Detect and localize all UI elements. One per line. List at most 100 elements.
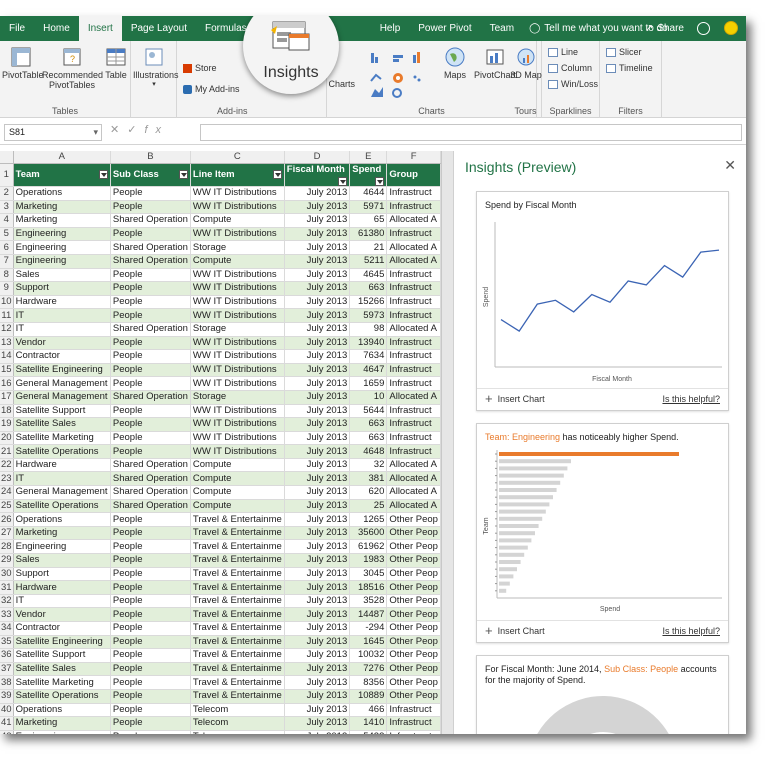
row-number[interactable]: 29	[0, 553, 14, 568]
filter-dropdown-icon[interactable]	[178, 170, 188, 179]
row-number[interactable]: 18	[0, 404, 14, 419]
table-cell[interactable]: Marketing	[13, 213, 111, 228]
table-cell[interactable]: People	[110, 662, 191, 677]
my-addins-button[interactable]: My Add-ins	[183, 84, 240, 94]
table-cell[interactable]: 35600	[349, 526, 388, 541]
sparkline-line-button[interactable]: Line	[548, 47, 578, 57]
table-cell[interactable]: July 2013	[284, 404, 351, 419]
table-cell[interactable]: 1659	[349, 376, 388, 391]
maps-button[interactable]: Maps	[440, 46, 470, 80]
table-cell[interactable]: People	[110, 580, 191, 595]
table-cell[interactable]: People	[110, 227, 191, 242]
table-cell[interactable]: 7634	[349, 349, 388, 364]
table-cell[interactable]: July 2013	[284, 417, 351, 432]
card1-insert-chart[interactable]: + Insert Chart	[485, 392, 545, 405]
table-cell[interactable]: Allocated A	[386, 485, 441, 500]
row-number[interactable]: 34	[0, 621, 14, 636]
table-cell[interactable]: WW IT Distributions	[190, 200, 285, 215]
table-cell[interactable]: July 2013	[284, 227, 351, 242]
table-cell[interactable]: Shared Operation	[110, 390, 191, 405]
table-cell[interactable]: July 2013	[284, 363, 351, 378]
filter-dropdown-icon[interactable]	[375, 177, 385, 186]
table-cell[interactable]: Sales	[13, 553, 111, 568]
table-cell[interactable]: 21	[349, 240, 388, 255]
row-number[interactable]: 10	[0, 295, 14, 310]
row-number[interactable]: 20	[0, 431, 14, 446]
table-cell[interactable]: Marketing	[13, 716, 111, 731]
table-cell[interactable]: July 2013	[284, 200, 351, 215]
formula-input[interactable]	[200, 124, 742, 141]
table-cell[interactable]: Shared Operation	[110, 499, 191, 514]
table-cell[interactable]: 5971	[349, 200, 388, 215]
table-cell[interactable]: People	[110, 444, 191, 459]
table-cell[interactable]: WW IT Distributions	[190, 444, 285, 459]
table-cell[interactable]: July 2013	[284, 376, 351, 391]
table-cell[interactable]: Travel & Entertainme	[190, 553, 285, 568]
table-cell[interactable]: Infrastruct	[386, 444, 441, 459]
row-number[interactable]: 9	[0, 281, 14, 296]
table-cell[interactable]: People	[110, 648, 191, 663]
table-cell[interactable]: Shared Operation	[110, 254, 191, 269]
table-cell[interactable]: July 2013	[284, 431, 351, 446]
table-cell[interactable]: Contractor	[13, 621, 111, 636]
table-cell[interactable]: Satellite Operations	[13, 499, 111, 514]
table-cell[interactable]: Allocated A	[386, 322, 441, 337]
table-cell[interactable]: Other Peop	[386, 621, 441, 636]
recommended-pivottables-button[interactable]: ? Recommended PivotTables	[42, 46, 103, 90]
table-cell[interactable]: WW IT Distributions	[190, 186, 285, 201]
table-cell[interactable]: July 2013	[284, 308, 351, 323]
select-all-corner[interactable]	[0, 151, 14, 164]
table-cell[interactable]: Allocated A	[386, 458, 441, 473]
table-cell[interactable]: Infrastruct	[386, 730, 441, 734]
table-cell[interactable]: July 2013	[284, 703, 351, 718]
tab-home[interactable]: Home	[34, 16, 79, 41]
history-icon[interactable]	[697, 22, 710, 35]
table-cell[interactable]: July 2013	[284, 390, 351, 405]
table-cell[interactable]: Operations	[13, 186, 111, 201]
table-cell[interactable]: People	[110, 349, 191, 364]
table-cell[interactable]: 1265	[349, 512, 388, 527]
table-cell[interactable]: July 2013	[284, 444, 351, 459]
table-cell[interactable]: 15266	[349, 295, 388, 310]
table-cell[interactable]: 5644	[349, 404, 388, 419]
table-cell[interactable]: WW IT Distributions	[190, 349, 285, 364]
row-number[interactable]: 16	[0, 376, 14, 391]
table-cell[interactable]: Travel & Entertainme	[190, 621, 285, 636]
table-cell[interactable]: July 2013	[284, 662, 351, 677]
chevron-down-icon[interactable]: ▾	[93, 127, 98, 138]
header-cell[interactable]: Line Item	[190, 163, 285, 187]
table-cell[interactable]: July 2013	[284, 295, 351, 310]
card2-helpful-link[interactable]: Is this helpful?	[662, 626, 720, 636]
table-cell[interactable]: Infrastruct	[386, 227, 441, 242]
row-number[interactable]: 3	[0, 200, 14, 215]
tab-power-pivot[interactable]: Power Pivot	[409, 16, 480, 41]
table-cell[interactable]: 4648	[349, 444, 388, 459]
tab-insert[interactable]: Insert	[78, 16, 122, 41]
table-cell[interactable]: General Management	[13, 485, 111, 500]
table-cell[interactable]: Operations	[13, 512, 111, 527]
table-cell[interactable]: People	[110, 431, 191, 446]
table-cell[interactable]: July 2013	[284, 580, 351, 595]
table-cell[interactable]: Infrastruct	[386, 268, 441, 283]
table-cell[interactable]: Travel & Entertainme	[190, 512, 285, 527]
row-number[interactable]: 4	[0, 213, 14, 228]
row-number[interactable]: 7	[0, 254, 14, 269]
row-number[interactable]: 8	[0, 268, 14, 283]
header-cell[interactable]: Spend	[349, 163, 388, 187]
table-cell[interactable]: Marketing	[13, 526, 111, 541]
table-cell[interactable]: Compute	[190, 485, 285, 500]
formula-buttons[interactable]: ✕✓fx	[110, 123, 169, 136]
table-cell[interactable]: 61380	[349, 227, 388, 242]
row-number[interactable]: 27	[0, 526, 14, 541]
table-cell[interactable]: 10032	[349, 648, 388, 663]
table-cell[interactable]: 25	[349, 499, 388, 514]
table-cell[interactable]: Engineering	[13, 539, 111, 555]
table-cell[interactable]: WW IT Distributions	[190, 376, 285, 391]
table-cell[interactable]: People	[110, 594, 191, 609]
table-cell[interactable]: People	[110, 607, 191, 622]
table-cell[interactable]: Compute	[190, 254, 285, 269]
table-cell[interactable]: IT	[13, 322, 111, 337]
table-cell[interactable]: July 2013	[284, 485, 351, 500]
table-cell[interactable]: People	[110, 703, 191, 718]
worksheet-grid[interactable]: A B C D E F 1 Team Sub Class Line Item Fiscal Mont…	[0, 151, 441, 734]
